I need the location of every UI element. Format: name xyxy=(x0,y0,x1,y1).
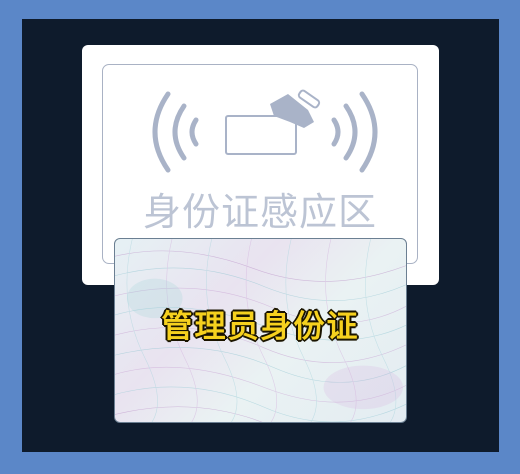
admin-id-card[interactable]: 管理员身份证 xyxy=(114,238,407,423)
signal-wave-right-inner xyxy=(331,117,341,147)
signal-wave-left-outer xyxy=(152,91,171,173)
card-title: 管理员身份证 xyxy=(161,309,360,345)
reader-zone-label: 身份证感应区 xyxy=(142,190,377,234)
signal-wave-left-inner xyxy=(189,117,199,147)
signal-wave-left-middle xyxy=(172,103,187,161)
signal-wave-right-middle xyxy=(343,103,358,161)
signal-wave-right-outer xyxy=(359,91,378,173)
nfc-card-tap-icon xyxy=(152,89,378,173)
card-outline xyxy=(225,115,297,155)
